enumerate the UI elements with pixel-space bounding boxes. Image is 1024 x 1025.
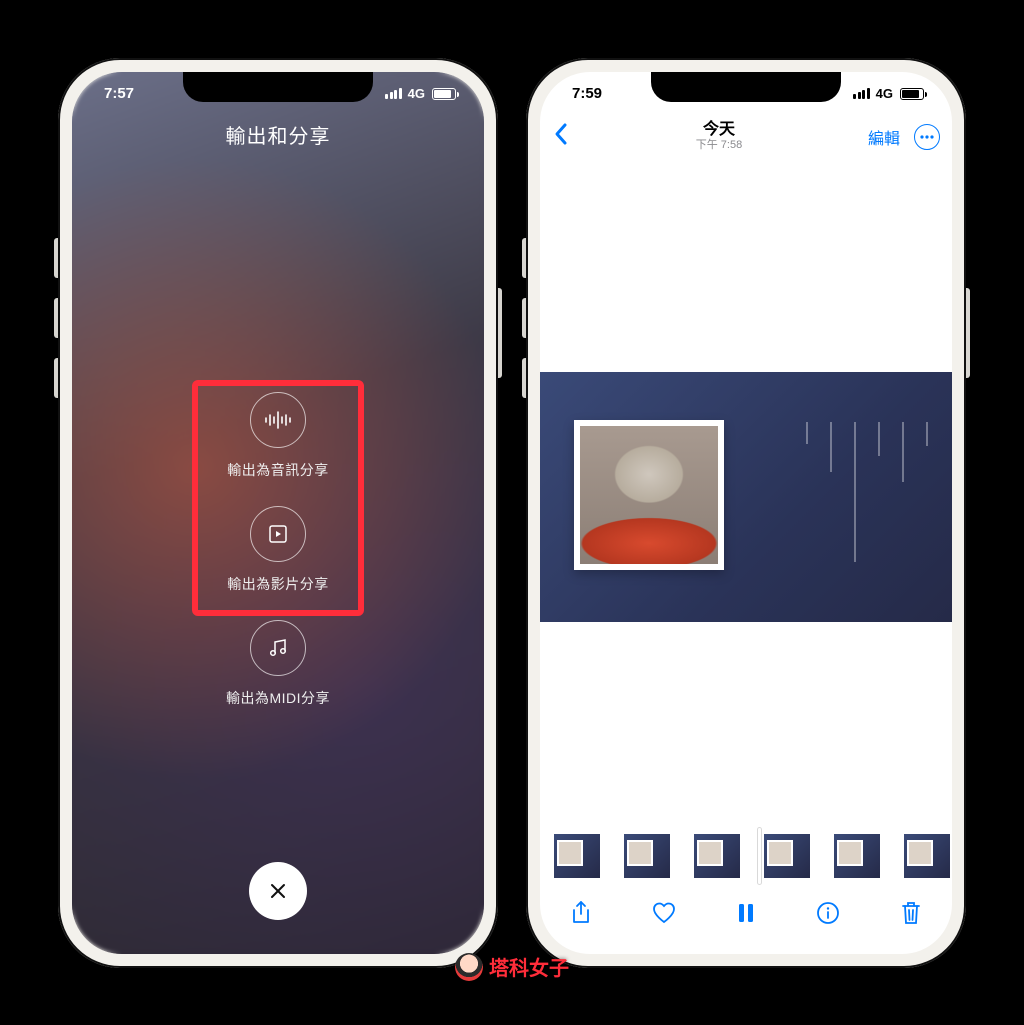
edit-button[interactable]: 編輯 <box>868 125 900 149</box>
nav-subtitle: 下午 7:58 <box>696 139 742 152</box>
play-square-icon <box>250 506 306 562</box>
playhead[interactable] <box>758 828 761 884</box>
filmstrip-frame[interactable] <box>764 834 810 878</box>
notch <box>183 72 373 102</box>
share-button[interactable] <box>566 898 596 928</box>
waveform-icon <box>250 392 306 448</box>
screen-export-share: 7:57 4G 輸出和分享 <box>72 72 484 954</box>
filmstrip-frame[interactable] <box>694 834 740 878</box>
export-as-midi-button[interactable]: 輸出為MIDI分享 <box>226 620 330 708</box>
export-as-audio-label: 輸出為音訊分享 <box>227 460 329 480</box>
pause-button[interactable] <box>731 898 761 928</box>
filmstrip-scrubber[interactable] <box>540 832 952 880</box>
heart-icon <box>651 901 677 925</box>
status-right: 4G <box>385 86 456 101</box>
info-button[interactable] <box>813 898 843 928</box>
watermark: 塔科女子 <box>455 952 569 981</box>
chevron-left-icon <box>552 121 570 147</box>
nav-title-group: 今天 下午 7:58 <box>696 121 742 152</box>
phone-mockup-right: 7:59 4G 今天 下午 7:58 編輯 <box>526 58 966 968</box>
export-as-midi-label: 輸出為MIDI分享 <box>226 688 330 708</box>
watermark-text: 塔科女子 <box>489 952 569 981</box>
nav-bar: 今天 下午 7:58 編輯 <box>540 112 952 162</box>
info-icon <box>816 901 840 925</box>
delete-button[interactable] <box>896 898 926 928</box>
filmstrip-frame[interactable] <box>554 834 600 878</box>
favorite-button[interactable] <box>649 898 679 928</box>
bottom-toolbar <box>540 888 952 938</box>
video-thumbnail <box>574 420 724 570</box>
page-title: 輸出和分享 <box>72 120 484 149</box>
filmstrip-frame[interactable] <box>904 834 950 878</box>
close-icon <box>268 881 288 901</box>
waveform-ticks <box>806 422 928 562</box>
phone-mockup-left: 7:57 4G 輸出和分享 <box>58 58 498 968</box>
export-options: 輸出為音訊分享 輸出為影片分享 <box>72 392 484 708</box>
screen-photos-app: 7:59 4G 今天 下午 7:58 編輯 <box>540 72 952 954</box>
signal-icon <box>853 88 870 99</box>
network-label: 4G <box>408 86 425 101</box>
notch <box>651 72 841 102</box>
status-time: 7:57 <box>104 85 134 102</box>
network-label: 4G <box>876 86 893 101</box>
export-as-video-label: 輸出為影片分享 <box>227 574 329 594</box>
video-preview[interactable] <box>540 372 952 622</box>
more-button[interactable] <box>914 124 940 150</box>
trash-icon <box>900 900 922 926</box>
music-note-icon <box>250 620 306 676</box>
pause-icon <box>737 902 755 924</box>
cat-image <box>580 426 718 564</box>
battery-icon <box>432 88 456 100</box>
filmstrip-frame[interactable] <box>624 834 670 878</box>
ellipsis-icon <box>920 135 934 139</box>
close-button[interactable] <box>249 862 307 920</box>
signal-icon <box>385 88 402 99</box>
filmstrip-frame[interactable] <box>834 834 880 878</box>
status-time: 7:59 <box>572 85 602 102</box>
watermark-avatar-icon <box>455 953 483 981</box>
share-icon <box>570 900 592 926</box>
battery-icon <box>900 88 924 100</box>
export-as-video-button[interactable]: 輸出為影片分享 <box>227 506 329 594</box>
export-as-audio-button[interactable]: 輸出為音訊分享 <box>227 392 329 480</box>
status-right: 4G <box>853 86 924 101</box>
nav-title: 今天 <box>696 121 742 139</box>
back-button[interactable] <box>552 121 570 152</box>
